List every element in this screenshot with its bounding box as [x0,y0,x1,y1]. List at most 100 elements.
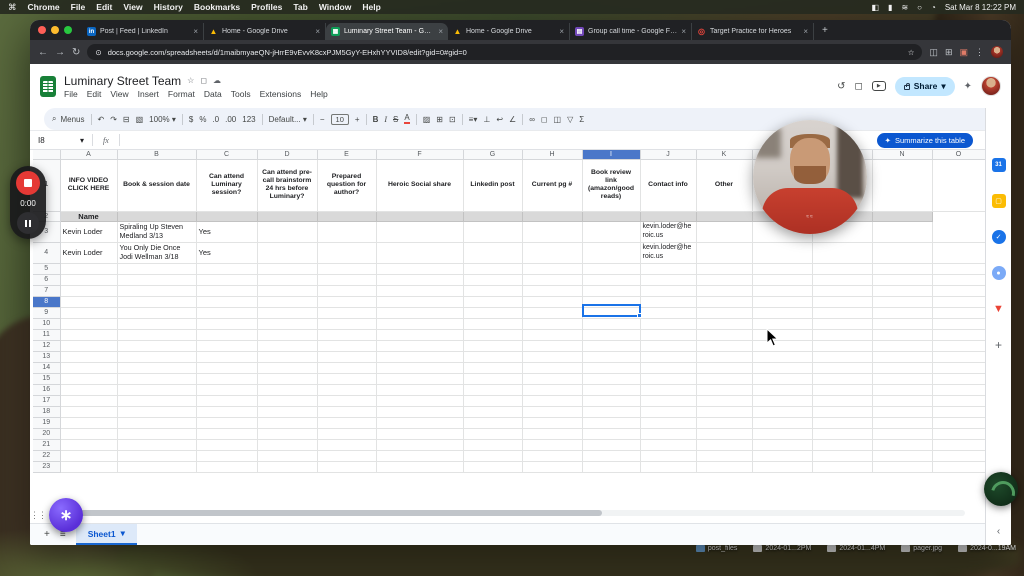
grid-cell[interactable] [932,274,986,286]
divider[interactable] [522,113,524,125]
grid-cell[interactable] [317,406,377,418]
grid-cell[interactable] [257,318,318,330]
grid-cell[interactable] [872,439,933,451]
grid-cell[interactable] [463,329,523,341]
grid-cell[interactable] [872,428,933,440]
horizontal-scrollbar[interactable] [57,510,602,516]
grid-cell[interactable] [117,318,197,330]
grid-cell[interactable]: Book review link (amazon/good reads) [582,159,641,212]
grid-cell[interactable] [317,395,377,407]
grid-cell[interactable] [522,285,583,297]
column-header[interactable]: C [196,150,258,160]
grid-cell[interactable] [317,274,377,286]
grid-cell[interactable] [752,318,813,330]
browser-tab[interactable]: ◎ Target Practice for Heroes × [692,23,814,40]
grid-cell[interactable] [376,351,464,363]
grid-cell[interactable] [640,307,697,319]
grid-cell[interactable]: Kevin Loder [60,221,118,243]
grid-cell[interactable] [872,242,933,264]
text-wrap-icon[interactable]: ↩ [496,115,503,124]
grid-cell[interactable] [376,362,464,374]
grid-cell[interactable] [257,211,318,222]
grid-cell[interactable] [196,263,258,275]
grid-cell[interactable] [696,296,753,308]
site-info-icon[interactable]: ⊙ [95,48,101,57]
grid-cell[interactable] [812,373,873,385]
grid-cell[interactable] [752,362,813,374]
grid-cell[interactable] [696,285,753,297]
divider[interactable] [415,113,417,125]
grid-cell[interactable] [522,384,583,396]
grid-cell[interactable] [376,373,464,385]
grid-cell[interactable] [117,406,197,418]
grid-cell[interactable] [522,428,583,440]
grid-cell[interactable] [872,384,933,396]
grid-cell[interactable] [196,417,258,429]
grid-cell[interactable] [752,242,813,264]
divider[interactable] [365,113,367,125]
grid-cell[interactable] [696,221,753,243]
grid-cell[interactable] [60,406,118,418]
grid-cell[interactable] [463,318,523,330]
grid-cell[interactable] [257,450,318,462]
grid-cell[interactable] [696,362,753,374]
sheets-menu-item[interactable]: View [110,89,128,99]
collapse-panel-icon[interactable]: ‹ [997,526,1000,537]
tab-close-icon[interactable]: × [681,27,686,36]
grid-cell[interactable] [463,395,523,407]
grid-cell[interactable]: Can attend pre-call brainstorm 24 hrs be… [257,159,318,212]
sheets-logo-icon[interactable] [40,75,56,97]
grid-cell[interactable] [872,221,933,243]
grid-cell[interactable] [376,384,464,396]
grid-cell[interactable] [463,221,523,243]
grid-cell[interactable] [752,274,813,286]
grid-cell[interactable] [582,461,641,473]
add-addon-icon[interactable]: + [995,338,1002,352]
divider[interactable] [312,113,314,125]
font-size-value[interactable]: 10 [330,113,349,125]
grid-cell[interactable] [582,351,641,363]
grid-cell[interactable] [812,362,873,374]
grid-cell[interactable] [522,340,583,352]
column-header[interactable]: J [640,150,697,160]
grid-cell[interactable] [872,395,933,407]
grid-cell[interactable] [752,439,813,451]
grid-cell[interactable] [582,450,641,462]
grid-cell[interactable] [522,296,583,308]
grid-cell[interactable] [376,296,464,308]
grid-cell[interactable] [932,318,986,330]
grid-cell[interactable]: You Only Die Once Jodi Wellman 3/18 [117,242,197,264]
menubar-item[interactable]: History [154,2,183,12]
row-header[interactable]: 15 [33,373,61,385]
grid-cell[interactable] [812,428,873,440]
grid-cell[interactable] [196,318,258,330]
divider[interactable] [461,113,463,125]
grid-cell[interactable] [117,362,197,374]
cloud-status-icon[interactable]: ☁ [213,76,221,85]
font-size-increase-icon[interactable]: + [355,115,360,124]
row-header[interactable]: 4 [33,242,61,264]
format-percent-icon[interactable]: % [199,115,206,124]
grid-cell[interactable]: Other [696,159,753,212]
column-header[interactable]: D [257,150,318,160]
grid-cell[interactable] [117,285,197,297]
apple-menu-icon[interactable]: ⌘ [8,2,17,13]
grid-cell[interactable] [463,406,523,418]
pause-recording-button[interactable] [17,212,39,234]
grid-cell[interactable] [812,318,873,330]
display-icon[interactable]: ◧ [871,3,879,12]
grid-cell[interactable] [257,428,318,440]
borders-icon[interactable]: ⊞ [436,115,443,124]
grid-cell[interactable] [196,274,258,286]
sheets-menu-item[interactable]: Tools [231,89,251,99]
sheets-menu-item[interactable]: Data [204,89,222,99]
grid-cell[interactable] [117,439,197,451]
row-header[interactable]: 18 [33,406,61,418]
grid-cell[interactable] [257,406,318,418]
bold-icon[interactable]: B [373,115,379,124]
grid-cell[interactable] [812,384,873,396]
menubar-item[interactable]: File [71,2,86,12]
grid-cell[interactable] [117,307,197,319]
menubar-item[interactable]: Window [319,2,352,12]
text-rotation-icon[interactable]: ∠ [509,115,516,124]
